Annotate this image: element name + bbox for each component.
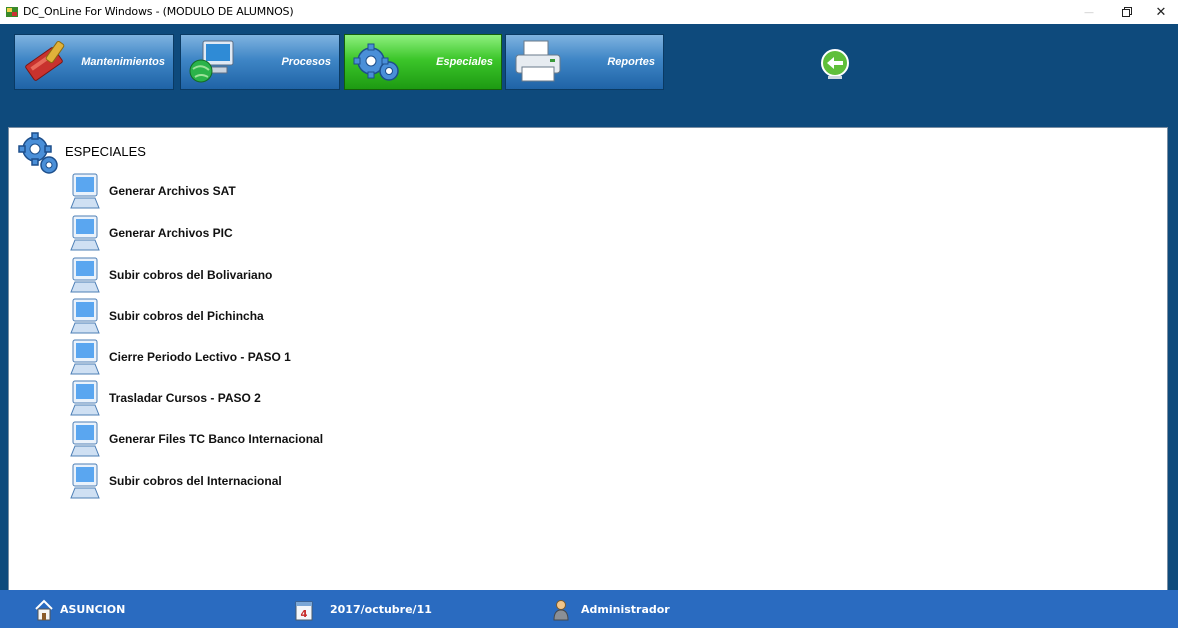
calendar-icon: 4 <box>295 601 313 621</box>
minimize-button[interactable]: — <box>1072 0 1106 24</box>
menu-item-label: Cierre Periodo Lectivo - PASO 1 <box>109 350 291 364</box>
close-button[interactable]: ✕ <box>1144 0 1178 24</box>
section-gears-icon <box>18 132 58 174</box>
reportes-button[interactable]: Reportes <box>505 34 664 90</box>
date-label: 2017/octubre/11 <box>330 603 432 616</box>
close-icon: ✕ <box>1155 4 1167 19</box>
menu-item-label: Generar Archivos SAT <box>109 184 236 198</box>
restore-icon <box>1122 7 1132 17</box>
back-arrow-icon <box>821 49 849 79</box>
monitor-icon <box>70 339 100 375</box>
status-user: Administrador <box>551 599 670 621</box>
back-button[interactable] <box>818 48 852 82</box>
monitor-icon <box>70 463 100 499</box>
monitor-icon <box>70 173 100 209</box>
menu-item-subir-cobros-bolivariano[interactable]: Subir cobros del Bolivariano <box>69 256 399 294</box>
menu-item-generar-files-tc[interactable]: Generar Files TC Banco Internacional <box>69 420 399 458</box>
window-title: DC_OnLine For Windows - (MODULO DE ALUMN… <box>23 5 294 18</box>
menu-item-subir-cobros-internacional[interactable]: Subir cobros del Internacional <box>69 462 399 500</box>
menu-item-label: Generar Archivos PIC <box>109 226 233 240</box>
monitor-icon <box>70 215 100 251</box>
monitor-icon <box>70 298 100 334</box>
main-frame: Mantenimientos Procesos Especiales Repor… <box>0 24 1178 599</box>
especiales-label: Especiales <box>436 56 493 68</box>
reportes-label: Reportes <box>607 56 655 68</box>
menu-item-label: Trasladar Cursos - PASO 2 <box>109 391 261 405</box>
mantenimientos-label: Mantenimientos <box>81 56 165 68</box>
gears-icon <box>353 43 399 81</box>
user-label: Administrador <box>581 603 670 616</box>
especiales-button[interactable]: Especiales <box>344 34 502 90</box>
menu-item-label: Generar Files TC Banco Internacional <box>109 432 324 446</box>
house-icon <box>35 599 53 621</box>
tools-icon <box>25 40 65 81</box>
app-icon <box>6 7 18 17</box>
minimize-icon: — <box>1084 7 1094 17</box>
menu-item-generar-archivos-sat[interactable]: Generar Archivos SAT <box>69 172 399 210</box>
printer-icon <box>515 40 561 82</box>
user-icon <box>553 600 569 621</box>
menu-item-subir-cobros-pichincha[interactable]: Subir cobros del Pichincha <box>69 297 399 335</box>
monitor-icon <box>70 380 100 416</box>
svg-text:4: 4 <box>301 609 308 620</box>
menu-item-cierre-periodo-lectivo[interactable]: Cierre Periodo Lectivo - PASO 1 <box>69 338 399 376</box>
monitor-icon <box>70 257 100 293</box>
section-title: ESPECIALES <box>65 144 146 159</box>
mantenimientos-button[interactable]: Mantenimientos <box>14 34 174 90</box>
title-bar: DC_OnLine For Windows - (MODULO DE ALUMN… <box>0 0 1178 24</box>
menu-item-generar-archivos-pic[interactable]: Generar Archivos PIC <box>69 214 399 252</box>
monitor-icon <box>70 421 100 457</box>
procesos-button[interactable]: Procesos <box>180 34 340 90</box>
procesos-label: Procesos <box>281 56 331 68</box>
computer-globe-icon <box>189 40 234 83</box>
menu-item-label: Subir cobros del Internacional <box>109 474 282 488</box>
especiales-panel: ESPECIALES Generar Archivos SAT Generar … <box>8 127 1168 599</box>
status-bar: ASUNCION 4 2017/octubre/11 Administrador <box>0 590 1178 628</box>
status-date: 4 2017/octubre/11 <box>294 599 432 621</box>
status-location: ASUNCION <box>34 599 125 621</box>
location-label: ASUNCION <box>60 603 126 616</box>
menu-item-label: Subir cobros del Pichincha <box>109 309 264 323</box>
menu-item-trasladar-cursos[interactable]: Trasladar Cursos - PASO 2 <box>69 379 399 417</box>
menu-item-label: Subir cobros del Bolivariano <box>109 268 273 282</box>
restore-button[interactable] <box>1110 0 1144 24</box>
